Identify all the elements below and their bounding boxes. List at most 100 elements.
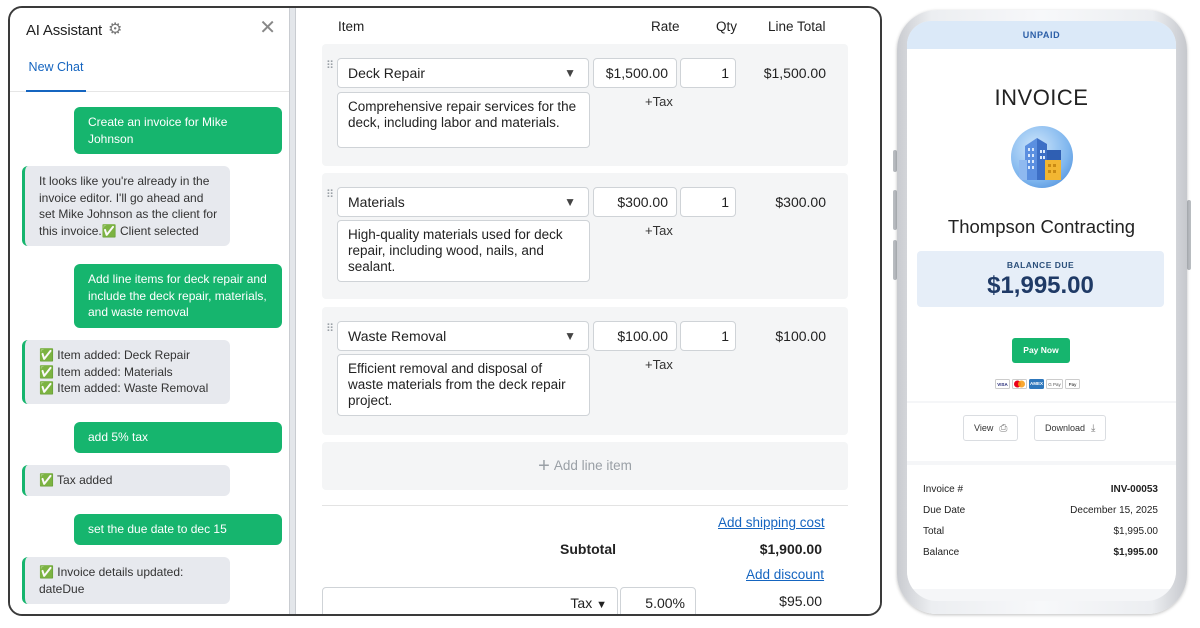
- detail-row-total: Total $1,995.00: [923, 521, 1158, 542]
- item-name-select[interactable]: Deck Repair ▼: [337, 58, 589, 88]
- drag-handle-icon[interactable]: ⠿: [326, 190, 336, 201]
- column-header-qty: Qty: [716, 19, 738, 34]
- add-discount-link[interactable]: Add discount: [746, 567, 824, 582]
- item-name: Materials: [348, 194, 405, 210]
- qty-input[interactable]: 1: [680, 187, 736, 217]
- line-item: ⠿ Waste Removal ▼ $100.00 1 $100.00 Effi…: [322, 307, 848, 435]
- chat-line: ✅ Item added: Waste Removal: [39, 381, 209, 395]
- invoice-editor: Item Rate Qty Line Total ⠿ Deck Repair ▼…: [296, 8, 880, 614]
- chat-message-user: add 5% tax: [74, 422, 282, 453]
- line-item: ⠿ Materials ▼ $300.00 1 $300.00 High-qua…: [322, 173, 848, 299]
- qty-input[interactable]: 1: [680, 321, 736, 351]
- detail-label: Invoice #: [923, 484, 964, 495]
- chat-message-user: Add line items for deck repair and inclu…: [74, 264, 282, 328]
- line-total-value: $1,500.00: [763, 65, 826, 81]
- invoice-actions: View ⎙ Download ⤓: [907, 403, 1176, 461]
- item-description-field[interactable]: Comprehensive repair services for the de…: [337, 92, 590, 148]
- add-line-item-label: Add line item: [553, 458, 632, 473]
- invoice-preview-screen: UNPAID INVOICE Thompson Contracting BALA…: [907, 21, 1176, 601]
- chevron-down-icon: ▼: [564, 66, 576, 80]
- subtotal-label: Subtotal: [560, 541, 616, 557]
- item-name: Waste Removal: [348, 328, 447, 344]
- rate-input[interactable]: $300.00: [593, 187, 677, 217]
- tab-new-chat[interactable]: New Chat: [26, 52, 86, 92]
- drag-handle-icon[interactable]: ⠿: [326, 61, 336, 72]
- pay-now-button[interactable]: Pay Now: [1012, 338, 1070, 363]
- ai-assistant-panel: AI Assistant ⚙ ✕ New Chat Create an invo…: [10, 8, 290, 614]
- tax-select-value: Tax: [570, 595, 593, 611]
- add-line-item-button[interactable]: + Add line item: [322, 442, 848, 490]
- chevron-down-icon: ▼: [564, 329, 576, 343]
- item-name-select[interactable]: Waste Removal ▼: [337, 321, 589, 351]
- mastercard-icon: [1012, 379, 1027, 389]
- chat-line: ✅ Item added: Materials: [39, 364, 173, 379]
- detail-value: $1,995.00: [1113, 526, 1159, 537]
- panel-resize-handle[interactable]: [289, 8, 296, 614]
- gear-icon[interactable]: ⚙: [108, 22, 122, 38]
- item-description-field[interactable]: High-quality materials used for deck rep…: [337, 220, 590, 282]
- column-header-item: Item: [338, 19, 365, 34]
- line-item: ⠿ Deck Repair ▼ $1,500.00 1 $1,500.00 Co…: [322, 44, 848, 166]
- company-logo: [1011, 126, 1073, 188]
- chat-message-user: Create an invoice for Mike Johnson: [74, 107, 282, 154]
- phone-side-button: [1187, 200, 1191, 270]
- add-tax-toggle[interactable]: +Tax: [645, 223, 673, 238]
- rate-input[interactable]: $1,500.00: [593, 58, 677, 88]
- chat-line: dateDue: [39, 581, 85, 596]
- item-name: Deck Repair: [348, 65, 426, 81]
- detail-label: Balance: [923, 547, 960, 558]
- close-icon[interactable]: ✕: [259, 18, 276, 38]
- chat-line: ✅ Invoice details updated:: [39, 565, 184, 579]
- download-button[interactable]: Download ⤓: [1034, 415, 1107, 441]
- company-name: Thompson Contracting: [947, 216, 1136, 237]
- download-button-label: Download: [1045, 423, 1086, 433]
- view-button-label: View: [974, 423, 994, 433]
- tax-amount-value: $95.00: [779, 593, 822, 609]
- chat-message-assistant: It looks like you're already in the invo…: [22, 166, 230, 246]
- item-name-select[interactable]: Materials ▼: [337, 187, 589, 217]
- view-button[interactable]: View ⎙: [963, 415, 1019, 441]
- detail-value: INV-00053: [1110, 484, 1158, 495]
- visa-icon: VISA: [995, 379, 1010, 389]
- plus-icon: +: [538, 455, 550, 477]
- invoice-details: Invoice # INV-00053 Due Date December 15…: [907, 465, 1176, 589]
- chat-message-assistant: ✅ Invoice details updated: dateDue: [22, 557, 230, 604]
- ai-panel-header: AI Assistant ⚙ ✕: [10, 8, 290, 52]
- column-header-line-total: Line Total: [768, 19, 826, 34]
- detail-row-invoice-number: Invoice # INV-00053: [923, 479, 1158, 500]
- google-pay-icon: G Pay: [1046, 379, 1063, 389]
- chat-message-user: set the due date to dec 15: [74, 514, 282, 545]
- ai-panel-title: AI Assistant: [26, 21, 102, 39]
- tax-rate-input[interactable]: 5.00%: [620, 587, 696, 614]
- detail-label: Total: [923, 526, 945, 537]
- balance-due-box: BALANCE DUE $1,995.00: [917, 251, 1164, 307]
- chat-message-assistant: ✅ Tax added: [22, 465, 230, 496]
- add-shipping-link[interactable]: Add shipping cost: [718, 515, 825, 530]
- item-description-field[interactable]: Efficient removal and disposal of waste …: [337, 354, 590, 416]
- subtotal-value: $1,900.00: [759, 541, 822, 557]
- detail-label: Due Date: [923, 505, 966, 516]
- chat-line: ✅ Item added: Deck Repair: [39, 348, 191, 362]
- balance-due-label: BALANCE DUE: [1006, 260, 1075, 270]
- chat-message-assistant: ✅ Item added: Deck Repair ✅ Item added: …: [22, 340, 230, 404]
- drag-handle-icon[interactable]: ⠿: [326, 324, 336, 335]
- detail-value: $1,995.00: [1113, 547, 1159, 558]
- invoice-summary-card: INVOICE Thompson Contracting BALANCE DUE…: [907, 49, 1176, 401]
- invoice-title: INVOICE: [994, 85, 1089, 110]
- payment-methods: VISA AMEX G Pay Pay: [995, 379, 1080, 391]
- divider: [322, 505, 848, 506]
- qty-input[interactable]: 1: [680, 58, 736, 88]
- status-badge: UNPAID: [907, 21, 1176, 49]
- add-tax-toggle[interactable]: +Tax: [645, 94, 673, 109]
- line-total-value: $300.00: [775, 194, 826, 210]
- chevron-down-icon: ▼: [564, 195, 576, 209]
- amex-icon: AMEX: [1029, 379, 1044, 389]
- add-tax-toggle[interactable]: +Tax: [645, 357, 673, 372]
- download-icon: ⤓: [1091, 423, 1096, 434]
- detail-value: December 15, 2025: [1070, 505, 1158, 516]
- tax-select[interactable]: Tax ▼: [322, 587, 618, 614]
- rate-input[interactable]: $100.00: [593, 321, 677, 351]
- chevron-down-icon: ▼: [596, 599, 607, 611]
- ai-panel-tabs: New Chat: [10, 52, 290, 92]
- invoice-app-window: AI Assistant ⚙ ✕ New Chat Create an invo…: [8, 6, 882, 616]
